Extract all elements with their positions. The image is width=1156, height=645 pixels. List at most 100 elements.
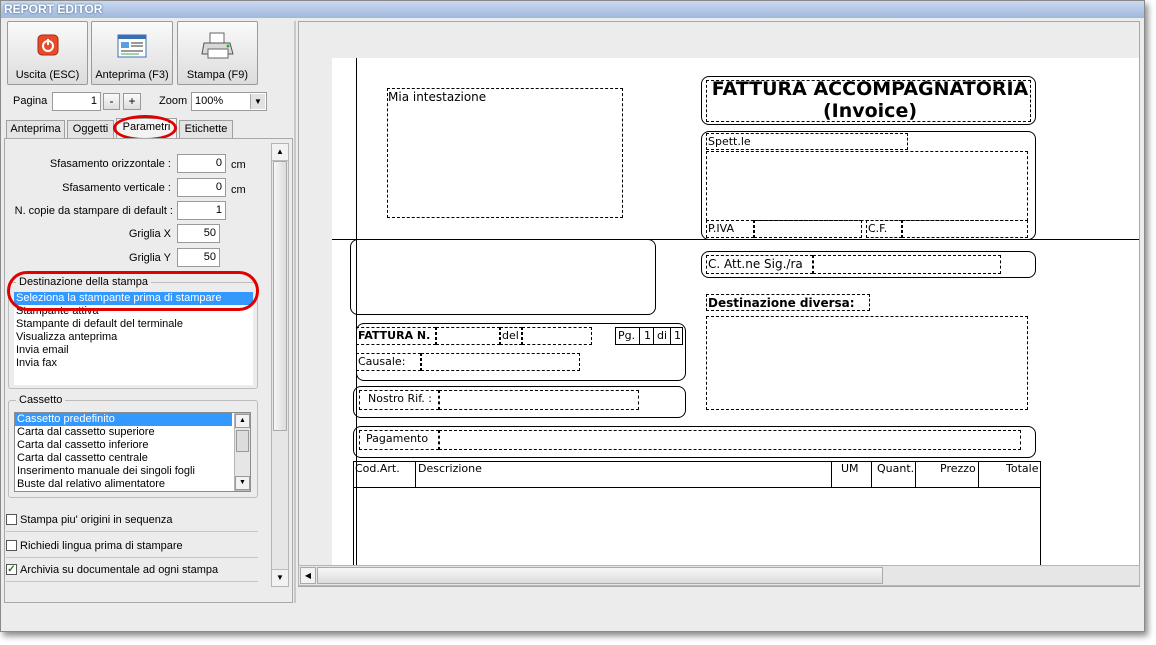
invoice-number-field bbox=[436, 327, 500, 345]
window-title: REPORT EDITOR bbox=[1, 1, 1144, 18]
scroll-down-arrow-icon[interactable]: ▼ bbox=[235, 476, 250, 490]
scroll-thumb[interactable] bbox=[236, 430, 249, 452]
zoom-value: 100% bbox=[195, 95, 224, 107]
grid-y-input[interactable]: 50 bbox=[177, 248, 220, 267]
column-header: UM bbox=[841, 462, 859, 475]
table-header-line bbox=[353, 487, 1041, 488]
offset-v-input[interactable]: 0 bbox=[177, 178, 226, 197]
column-header: Totale bbox=[1006, 462, 1039, 475]
print-label: Stampa (F9) bbox=[186, 69, 249, 81]
page-next-button[interactable]: + bbox=[123, 93, 141, 110]
multi-origins-checkbox[interactable] bbox=[6, 514, 17, 525]
divider bbox=[6, 557, 258, 558]
ask-language-label: Richiedi lingua prima di stampare bbox=[20, 540, 183, 552]
recipient-address-field bbox=[706, 151, 1028, 221]
exit-label: Uscita (ESC) bbox=[15, 69, 80, 81]
zoom-label: Zoom bbox=[159, 95, 188, 107]
tab-oggetti[interactable]: Oggetti bbox=[67, 120, 114, 138]
spett-label: Spett.le bbox=[708, 135, 751, 148]
report-editor-window: REPORT EDITOR Uscita (ESC) Anteprima (F3… bbox=[0, 0, 1145, 632]
piva-label: P.IVA bbox=[708, 222, 735, 235]
cf-label: C.F. bbox=[868, 222, 888, 235]
shipping-box[interactable] bbox=[350, 239, 656, 315]
archive-label: Archivia su documentale ad ogni stampa bbox=[20, 564, 219, 576]
reason-label: Causale: bbox=[358, 355, 406, 368]
list-item[interactable]: Carta dal cassetto centrale bbox=[15, 452, 250, 465]
page-counter-of: di bbox=[657, 329, 668, 342]
list-item[interactable]: Buste dal relativo alimentatore bbox=[15, 478, 250, 491]
attention-value-field bbox=[813, 255, 1001, 274]
piva-value-field bbox=[754, 220, 862, 238]
highlight-ring-destination bbox=[7, 271, 259, 311]
divider bbox=[6, 581, 258, 582]
exit-button[interactable]: Uscita (ESC) bbox=[7, 21, 88, 85]
column-header: Prezzo bbox=[940, 462, 976, 475]
grid-y-label: Griglia Y bbox=[129, 252, 171, 264]
divider bbox=[871, 461, 872, 488]
list-item[interactable]: Invia email bbox=[14, 344, 253, 357]
scroll-thumb[interactable] bbox=[317, 567, 883, 584]
date-label: del bbox=[502, 329, 519, 342]
tray-list[interactable]: Cassetto predefinito Carta dal cassetto … bbox=[14, 412, 251, 492]
page-prev-button[interactable]: - bbox=[103, 93, 120, 110]
preview-icon bbox=[117, 34, 147, 61]
copies-input[interactable]: 1 bbox=[177, 201, 226, 220]
print-button[interactable]: Stampa (F9) bbox=[177, 21, 258, 85]
list-item[interactable]: Inserimento manuale dei singoli fogli bbox=[15, 465, 250, 478]
divider bbox=[978, 461, 979, 488]
page-counter-total: 1 bbox=[674, 329, 681, 342]
divider bbox=[6, 531, 258, 532]
tab-anteprima[interactable]: Anteprima bbox=[6, 120, 65, 138]
tab-etichette[interactable]: Etichette bbox=[179, 120, 233, 138]
preview-button[interactable]: Anteprima (F3) bbox=[91, 21, 173, 85]
tray-title: Cassetto bbox=[16, 394, 66, 406]
list-item[interactable]: Stampante di default del terminale bbox=[14, 318, 253, 331]
divider bbox=[915, 461, 916, 488]
offset-h-input[interactable]: 0 bbox=[177, 154, 226, 173]
zoom-select[interactable]: 100% ▼ bbox=[191, 92, 267, 111]
attention-label: C. Att.ne Sig./ra bbox=[708, 257, 803, 271]
scroll-left-arrow-icon[interactable]: ◀ bbox=[300, 567, 316, 584]
offset-h-unit: cm bbox=[231, 159, 246, 171]
divider bbox=[831, 461, 832, 488]
our-reference-label: Nostro Rif. : bbox=[368, 392, 432, 405]
list-item[interactable]: Invia fax bbox=[14, 357, 253, 370]
alt-destination-field bbox=[706, 316, 1028, 410]
column-header: Cod.Art. bbox=[355, 462, 400, 475]
copies-label: N. copie da stampare di default : bbox=[14, 205, 173, 217]
scroll-up-arrow-icon[interactable]: ▲ bbox=[272, 144, 288, 161]
document-title-line2: (Invoice) bbox=[822, 100, 918, 122]
our-reference-field bbox=[439, 390, 639, 410]
panel-scrollbar[interactable]: ▲ ▼ bbox=[271, 143, 289, 587]
list-item[interactable]: Cassetto predefinito bbox=[15, 413, 232, 426]
page-counter-current: 1 bbox=[644, 329, 651, 342]
list-item[interactable]: Visualizza anteprima bbox=[14, 331, 253, 344]
column-header: Quant. bbox=[877, 462, 915, 475]
page-input[interactable]: 1 bbox=[52, 92, 101, 111]
archive-checkbox[interactable]: ✓ bbox=[6, 564, 17, 575]
splitter[interactable] bbox=[294, 21, 296, 603]
payment-field bbox=[439, 430, 1021, 450]
canvas-horizontal-scrollbar[interactable]: ◀ bbox=[298, 565, 1140, 586]
scroll-thumb[interactable] bbox=[273, 161, 287, 431]
header-placeholder-text: Mia intestazione bbox=[388, 90, 487, 104]
list-item[interactable]: Carta dal cassetto inferiore bbox=[15, 439, 250, 452]
scroll-up-arrow-icon[interactable]: ▲ bbox=[235, 414, 250, 428]
divider bbox=[653, 327, 654, 345]
date-field bbox=[522, 327, 592, 345]
chevron-down-icon[interactable]: ▼ bbox=[250, 94, 265, 109]
header-placeholder-box[interactable] bbox=[387, 88, 623, 218]
list-item[interactable]: Carta dal cassetto superiore bbox=[15, 426, 250, 439]
scroll-down-arrow-icon[interactable]: ▼ bbox=[272, 569, 288, 586]
printer-icon bbox=[200, 32, 235, 63]
invoice-number-label: FATTURA N. bbox=[358, 329, 431, 342]
preview-label: Anteprima (F3) bbox=[95, 69, 169, 81]
cf-value-field bbox=[902, 220, 1028, 238]
divider bbox=[415, 461, 416, 488]
payment-label: Pagamento bbox=[366, 432, 429, 445]
ask-language-checkbox[interactable] bbox=[6, 540, 17, 551]
report-page[interactable]: Mia intestazione FATTURA ACCOMPAGNATORIA… bbox=[332, 58, 1139, 586]
grid-x-input[interactable]: 50 bbox=[177, 224, 220, 243]
tray-scrollbar[interactable]: ▲ ▼ bbox=[234, 413, 250, 491]
power-icon bbox=[37, 34, 59, 59]
